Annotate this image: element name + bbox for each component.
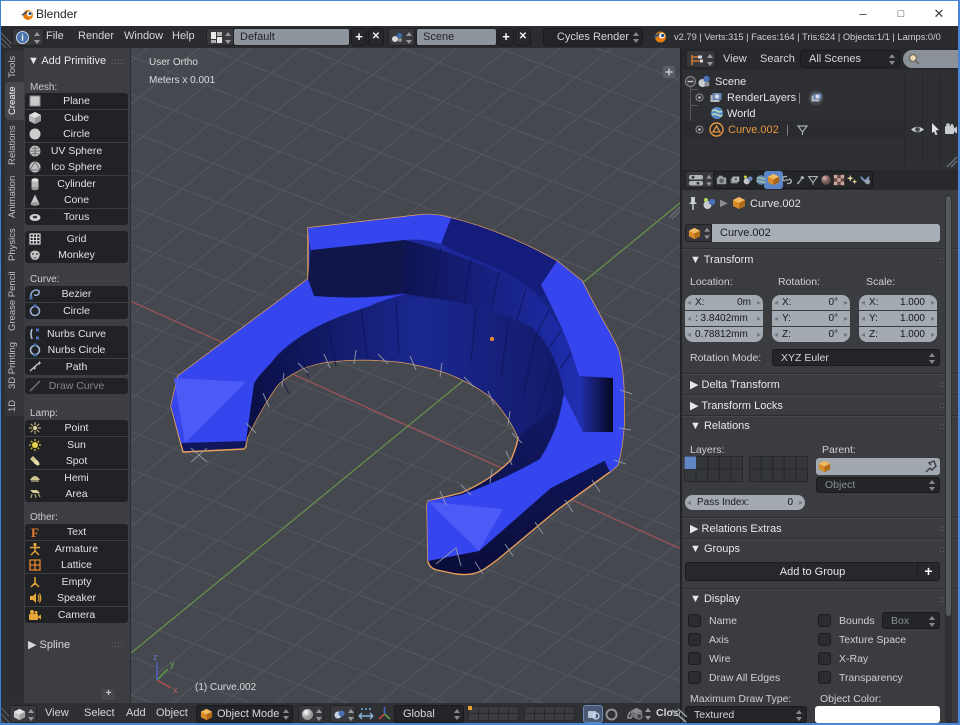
svg-text:F: F <box>31 525 39 539</box>
svg-text:z: z <box>153 652 158 662</box>
svg-text:x: x <box>173 685 178 695</box>
svg-text:y: y <box>170 659 175 669</box>
